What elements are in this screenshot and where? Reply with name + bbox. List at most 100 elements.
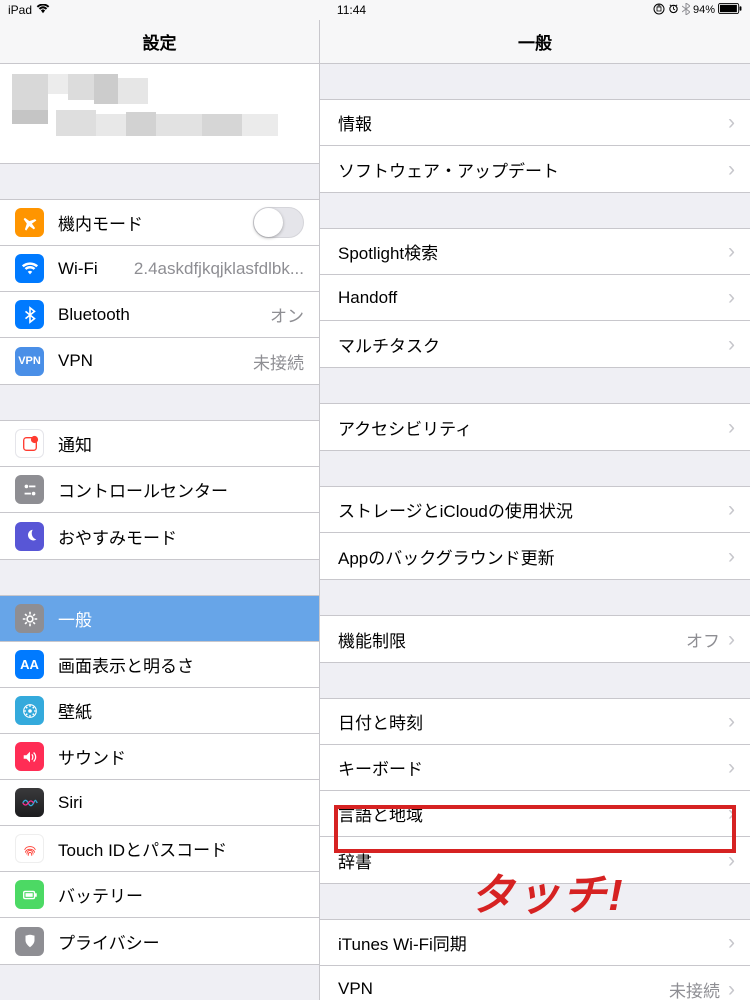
chevron-right-icon: › bbox=[728, 241, 735, 262]
detail-item-multitask[interactable]: マルチタスク › bbox=[320, 321, 750, 367]
detail-item-software-update[interactable]: ソフトウェア・アップデート › bbox=[320, 146, 750, 192]
account-row[interactable] bbox=[0, 64, 319, 164]
wifi-settings-icon bbox=[15, 254, 44, 283]
sidebar-item-vpn[interactable]: VPN VPN 未接続 bbox=[0, 338, 319, 384]
control-center-icon bbox=[15, 475, 44, 504]
sidebar-item-label: Siri bbox=[58, 793, 83, 813]
moon-icon bbox=[15, 522, 44, 551]
detail-item-language-region[interactable]: 言語と地域 › bbox=[320, 791, 750, 837]
sidebar-item-label: バッテリー bbox=[58, 882, 143, 907]
sidebar-item-bluetooth[interactable]: Bluetooth オン bbox=[0, 292, 319, 338]
sidebar-item-siri[interactable]: Siri bbox=[0, 780, 319, 826]
chevron-right-icon: › bbox=[728, 711, 735, 732]
chevron-right-icon: › bbox=[728, 334, 735, 355]
detail-item-label: ソフトウェア・アップデート bbox=[338, 157, 559, 182]
blurred-account-info bbox=[0, 64, 319, 163]
sidebar-item-control-center[interactable]: コントロールセンター bbox=[0, 467, 319, 513]
detail-item-label: Handoff bbox=[338, 288, 397, 308]
detail-item-label: iTunes Wi-Fi同期 bbox=[338, 930, 467, 955]
battery-settings-icon bbox=[15, 880, 44, 909]
airplane-mode-toggle[interactable] bbox=[253, 207, 304, 238]
status-bar: iPad 11:44 94% bbox=[0, 0, 750, 20]
detail-item-label: Appのバックグラウンド更新 bbox=[338, 544, 555, 569]
detail-item-label: ストレージとiCloudの使用状況 bbox=[338, 497, 573, 522]
chevron-right-icon: › bbox=[728, 757, 735, 778]
detail-item-label: Spotlight検索 bbox=[338, 239, 438, 264]
sidebar-item-general[interactable]: 一般 bbox=[0, 596, 319, 642]
chevron-right-icon: › bbox=[728, 159, 735, 180]
sidebar-item-sound[interactable]: サウンド bbox=[0, 734, 319, 780]
vpn-value: 未接続 bbox=[93, 349, 304, 374]
sidebar-title: 設定 bbox=[0, 20, 320, 63]
detail-item-vpn[interactable]: VPN 未接続 › bbox=[320, 966, 750, 1000]
sound-icon bbox=[15, 742, 44, 771]
detail-item-label: アクセシビリティ bbox=[338, 415, 472, 440]
detail-item-restrictions[interactable]: 機能制限 オフ › bbox=[320, 616, 750, 662]
sidebar-item-battery[interactable]: バッテリー bbox=[0, 872, 319, 918]
detail-item-accessibility[interactable]: アクセシビリティ › bbox=[320, 404, 750, 450]
vpn-icon: VPN bbox=[15, 347, 44, 376]
sidebar-item-airplane-mode[interactable]: 機内モード bbox=[0, 200, 319, 246]
detail-item-label: 機能制限 bbox=[338, 627, 406, 652]
display-icon: AA bbox=[15, 650, 44, 679]
detail-item-date-time[interactable]: 日付と時刻 › bbox=[320, 699, 750, 745]
detail-item-spotlight[interactable]: Spotlight検索 › bbox=[320, 229, 750, 275]
chevron-right-icon: › bbox=[728, 112, 735, 133]
detail-item-dictionary[interactable]: 辞書 › bbox=[320, 837, 750, 883]
wallpaper-icon bbox=[15, 696, 44, 725]
fingerprint-icon bbox=[15, 834, 44, 863]
orientation-lock-icon bbox=[653, 3, 665, 18]
wifi-network-value: 2.4askdfjkqjklasfdlbk... bbox=[98, 259, 304, 279]
chevron-right-icon: › bbox=[728, 499, 735, 520]
detail-item-label: 言語と地域 bbox=[338, 801, 423, 826]
gear-icon bbox=[15, 604, 44, 633]
bluetooth-settings-icon bbox=[15, 300, 44, 329]
sidebar-item-label: 壁紙 bbox=[58, 698, 92, 723]
sidebar-item-wifi[interactable]: Wi-Fi 2.4askdfjkqjklasfdlbk... bbox=[0, 246, 319, 292]
chevron-right-icon: › bbox=[728, 417, 735, 438]
status-time: 11:44 bbox=[50, 3, 653, 17]
detail-item-label: キーボード bbox=[338, 755, 423, 780]
detail-item-background-refresh[interactable]: Appのバックグラウンド更新 › bbox=[320, 533, 750, 579]
chevron-right-icon: › bbox=[728, 932, 735, 953]
notifications-icon bbox=[15, 429, 44, 458]
sidebar-item-label: プライバシー bbox=[58, 929, 160, 954]
sidebar-item-wallpaper[interactable]: 壁紙 bbox=[0, 688, 319, 734]
sidebar-item-do-not-disturb[interactable]: おやすみモード bbox=[0, 513, 319, 559]
chevron-right-icon: › bbox=[728, 803, 735, 824]
detail-pane[interactable]: 情報 › ソフトウェア・アップデート › Spotlight検索 › Hando… bbox=[320, 64, 750, 1000]
sidebar-item-label: 一般 bbox=[58, 606, 92, 631]
detail-vpn-value: 未接続 bbox=[373, 977, 720, 1000]
sidebar-item-privacy[interactable]: プライバシー bbox=[0, 918, 319, 964]
chevron-right-icon: › bbox=[728, 979, 735, 1000]
bluetooth-icon bbox=[682, 3, 690, 18]
sidebar-item-label: Wi-Fi bbox=[58, 259, 98, 279]
detail-item-label: 辞書 bbox=[338, 848, 372, 873]
sidebar-item-display[interactable]: AA 画面表示と明るさ bbox=[0, 642, 319, 688]
wifi-icon bbox=[36, 3, 50, 17]
detail-item-keyboard[interactable]: キーボード › bbox=[320, 745, 750, 791]
detail-item-label: 情報 bbox=[338, 110, 372, 135]
battery-icon bbox=[718, 3, 742, 17]
settings-sidebar[interactable]: 機内モード Wi-Fi 2.4askdfjkqjklasfdlbk... Blu… bbox=[0, 64, 320, 1000]
sidebar-item-label: サウンド bbox=[58, 744, 126, 769]
detail-item-about[interactable]: 情報 › bbox=[320, 100, 750, 146]
sidebar-item-label: Touch IDとパスコード bbox=[58, 836, 227, 861]
sidebar-item-label: コントロールセンター bbox=[58, 477, 228, 502]
detail-item-storage[interactable]: ストレージとiCloudの使用状況 › bbox=[320, 487, 750, 533]
privacy-icon bbox=[15, 927, 44, 956]
detail-item-label: 日付と時刻 bbox=[338, 709, 423, 734]
sidebar-item-label: 機内モード bbox=[58, 210, 143, 235]
navigation-bar: 設定 一般 bbox=[0, 20, 750, 64]
sidebar-item-notifications[interactable]: 通知 bbox=[0, 421, 319, 467]
sidebar-item-touch-id[interactable]: Touch IDとパスコード bbox=[0, 826, 319, 872]
battery-percentage: 94% bbox=[693, 4, 715, 16]
chevron-right-icon: › bbox=[728, 629, 735, 650]
sidebar-item-label: VPN bbox=[58, 351, 93, 371]
sidebar-item-label: 通知 bbox=[58, 431, 92, 456]
detail-item-itunes-wifi-sync[interactable]: iTunes Wi-Fi同期 › bbox=[320, 920, 750, 966]
detail-item-handoff[interactable]: Handoff › bbox=[320, 275, 750, 321]
sidebar-item-label: 画面表示と明るさ bbox=[58, 652, 194, 677]
restrictions-value: オフ bbox=[406, 627, 720, 652]
alarm-icon bbox=[668, 3, 679, 17]
